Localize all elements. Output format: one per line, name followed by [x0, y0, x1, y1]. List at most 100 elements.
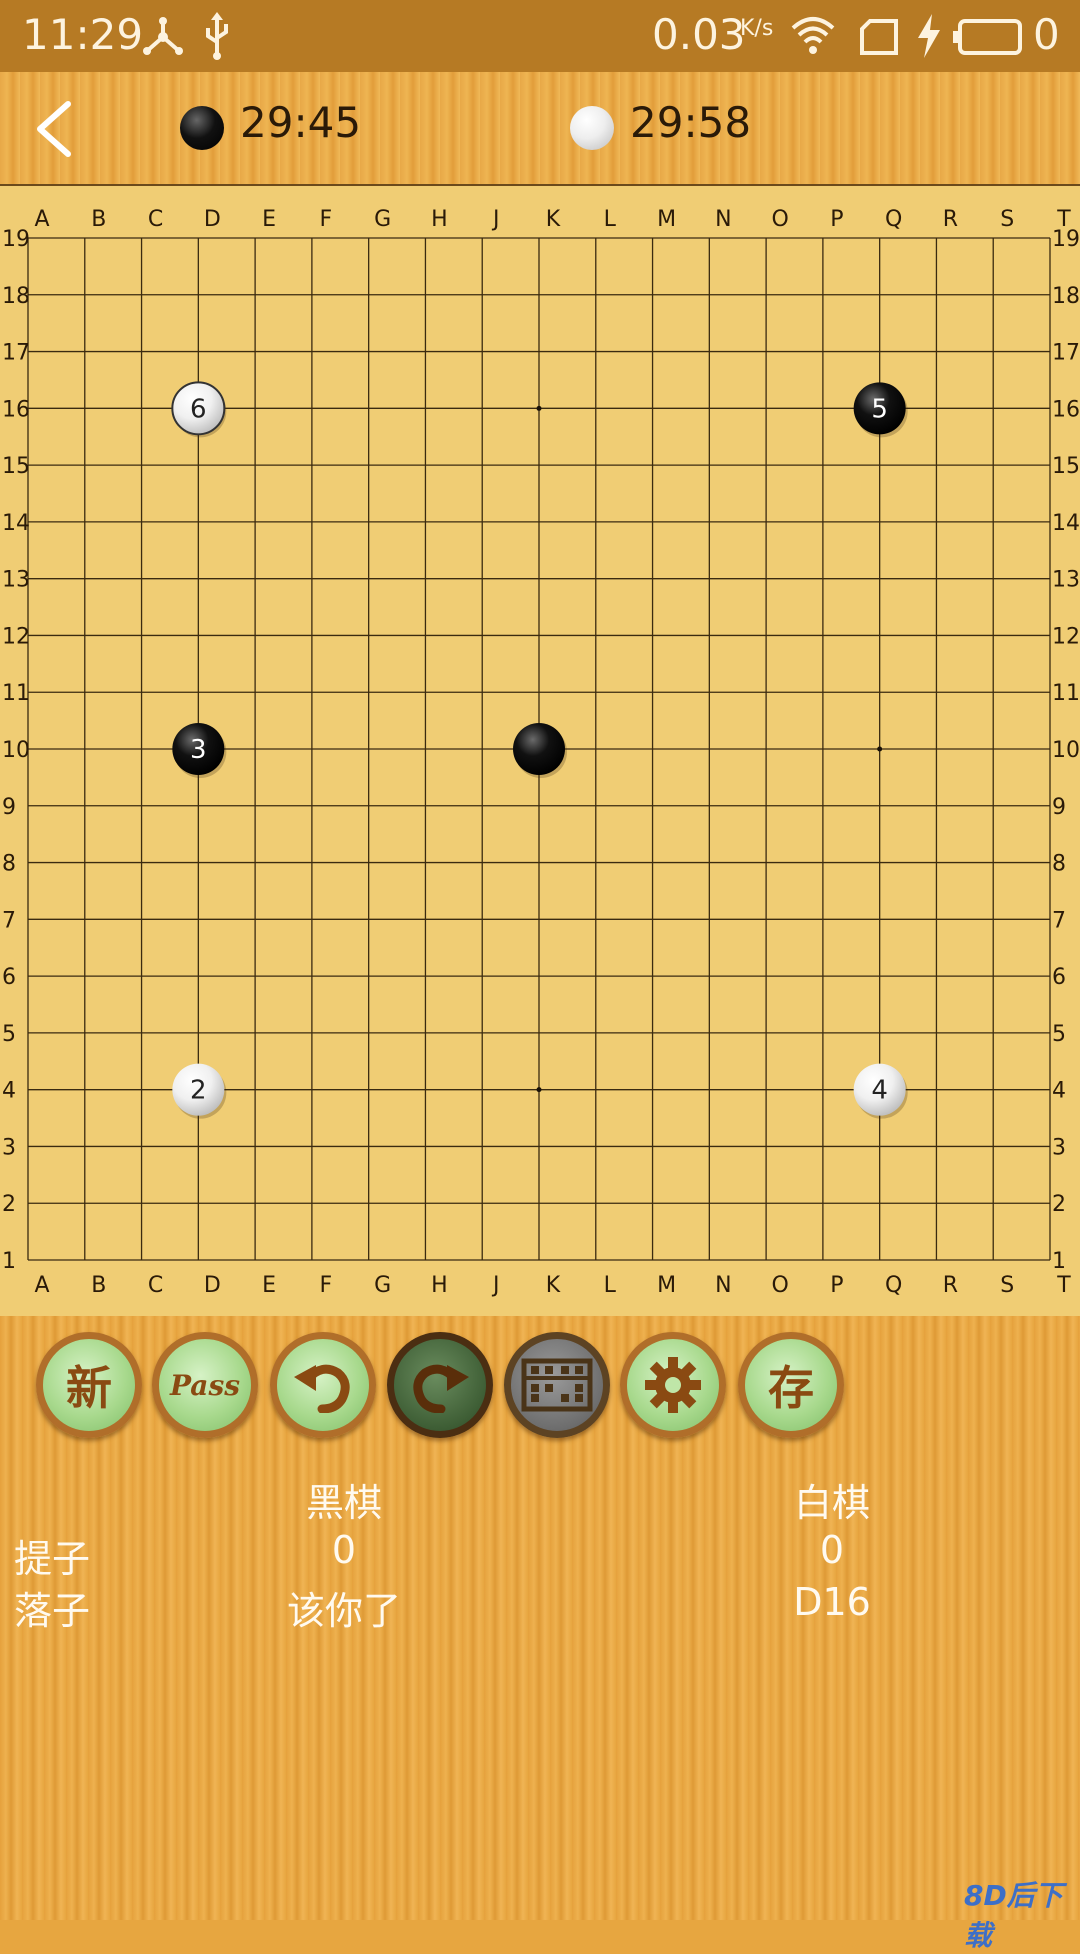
row-label-right: 6: [1052, 965, 1066, 990]
abacus-icon: [521, 1358, 593, 1412]
undo-button[interactable]: [270, 1332, 376, 1438]
sim-icon: [860, 19, 898, 55]
row-label-left: 15: [2, 454, 30, 479]
white-captures: 0: [819, 1528, 845, 1572]
row-label-left: 9: [2, 795, 16, 820]
column-label-bottom: R: [943, 1273, 958, 1298]
go-board-panel[interactable]: A A B B C C D D E E F F G G H H J J K K L L M M N N O O P P Q Q R R S S T T 19…: [0, 186, 1080, 1316]
column-label-bottom: M: [657, 1273, 676, 1298]
row-label-right: 2: [1052, 1192, 1066, 1217]
network-speed-unit: K/s: [740, 16, 774, 41]
column-label-top: J: [491, 207, 500, 232]
save-label: 存: [768, 1361, 814, 1415]
column-label-top: G: [374, 207, 391, 232]
black-move-status: 该你了: [286, 1589, 401, 1633]
black-column-header: 黑棋: [305, 1481, 382, 1525]
move-number-label: 2: [190, 1076, 207, 1106]
column-label-bottom: T: [1056, 1273, 1071, 1298]
row-label-right: 13: [1052, 568, 1080, 593]
column-label-bottom: S: [1000, 1273, 1014, 1298]
go-board[interactable]: AABBCCDDEEFFGGHHJJKKLLMMNNOOPPQQRRSSTT19…: [0, 186, 1080, 1316]
column-label-bottom: C: [148, 1273, 163, 1298]
status-time: 11:29: [22, 10, 144, 59]
white-column-header: 白棋: [793, 1481, 870, 1525]
row-label-right: 1: [1052, 1249, 1066, 1274]
star-point: [877, 746, 883, 752]
watermark: 8D后下载: [964, 1879, 1063, 1952]
column-label-top: O: [771, 207, 788, 232]
column-label-bottom: H: [431, 1273, 448, 1298]
column-label-top: E: [262, 207, 276, 232]
row-label-left: 7: [2, 908, 16, 933]
battery-icon: [953, 19, 1022, 55]
black-timer: 29:45: [240, 98, 362, 147]
column-label-top: R: [943, 207, 958, 232]
row-label-left: 14: [2, 511, 30, 536]
redo-icon: [413, 1364, 469, 1413]
column-label-top: C: [148, 207, 163, 232]
column-label-bottom: Q: [885, 1273, 902, 1298]
column-label-top: S: [1000, 207, 1014, 232]
pass-label: Pass: [170, 1368, 240, 1402]
gear-icon: [645, 1357, 701, 1413]
row-label-right: 15: [1052, 454, 1080, 479]
star-point: [536, 1087, 542, 1093]
row-label-left: 3: [2, 1135, 16, 1160]
column-label-bottom: K: [546, 1273, 561, 1298]
column-label-top: P: [830, 207, 843, 232]
wifi-icon: [791, 17, 835, 54]
row-label-left: 11: [2, 681, 30, 706]
black-player-stone-icon: [180, 106, 224, 150]
row-label-left: 5: [2, 1022, 16, 1047]
row-label-left: 16: [2, 397, 30, 422]
move-number-label: 4: [871, 1076, 888, 1106]
black-stone: [513, 723, 565, 775]
redo-button[interactable]: [387, 1332, 493, 1438]
column-label-top: A: [34, 207, 49, 232]
row-label-left: 10: [2, 738, 30, 763]
star-point: [536, 405, 542, 411]
row-label-right: 11: [1052, 681, 1080, 706]
row-label-left: 18: [2, 284, 30, 309]
column-label-bottom: A: [34, 1273, 49, 1298]
new-game-button[interactable]: 新: [36, 1332, 142, 1438]
white-last-move: D16: [793, 1580, 871, 1624]
column-label-top: B: [91, 207, 106, 232]
column-label-top: D: [204, 207, 221, 232]
row-label-left: 6: [2, 965, 16, 990]
row-label-right: 8: [1052, 852, 1066, 877]
column-label-bottom: P: [830, 1273, 843, 1298]
column-label-top: N: [715, 207, 731, 232]
row-label-left: 8: [2, 852, 16, 877]
row-label-left: 17: [2, 341, 30, 366]
save-button[interactable]: 存: [738, 1332, 844, 1438]
column-label-bottom: B: [91, 1273, 106, 1298]
column-label-top: H: [431, 207, 448, 232]
row-label-left: 13: [2, 568, 30, 593]
column-label-top: K: [546, 207, 561, 232]
settings-button[interactable]: [620, 1332, 726, 1438]
row-label-left: 12: [2, 624, 30, 649]
battery-level: 0: [1033, 10, 1060, 59]
undo-icon: [294, 1364, 350, 1413]
move-label: 落子: [14, 1589, 91, 1633]
column-label-top: L: [604, 207, 617, 232]
chevron-left-icon[interactable]: [30, 100, 78, 158]
row-label-right: 5: [1052, 1022, 1066, 1047]
row-label-right: 10: [1052, 738, 1080, 763]
status-bar: 11:29 0.03 K/s 0: [0, 0, 1080, 72]
row-label-right: 4: [1052, 1079, 1066, 1104]
row-label-right: 18: [1052, 284, 1080, 309]
charging-icon: [918, 14, 940, 58]
column-label-bottom: O: [771, 1273, 788, 1298]
captures-label: 提子: [14, 1537, 91, 1581]
pass-button[interactable]: Pass: [152, 1332, 258, 1438]
row-label-right: 3: [1052, 1135, 1066, 1160]
count-score-button[interactable]: [504, 1332, 610, 1438]
row-label-right: 16: [1052, 397, 1080, 422]
row-label-left: 2: [2, 1192, 16, 1217]
column-label-top: Q: [885, 207, 902, 232]
row-label-right: 7: [1052, 908, 1066, 933]
column-label-top: M: [657, 207, 676, 232]
row-label-right: 19: [1052, 227, 1080, 252]
